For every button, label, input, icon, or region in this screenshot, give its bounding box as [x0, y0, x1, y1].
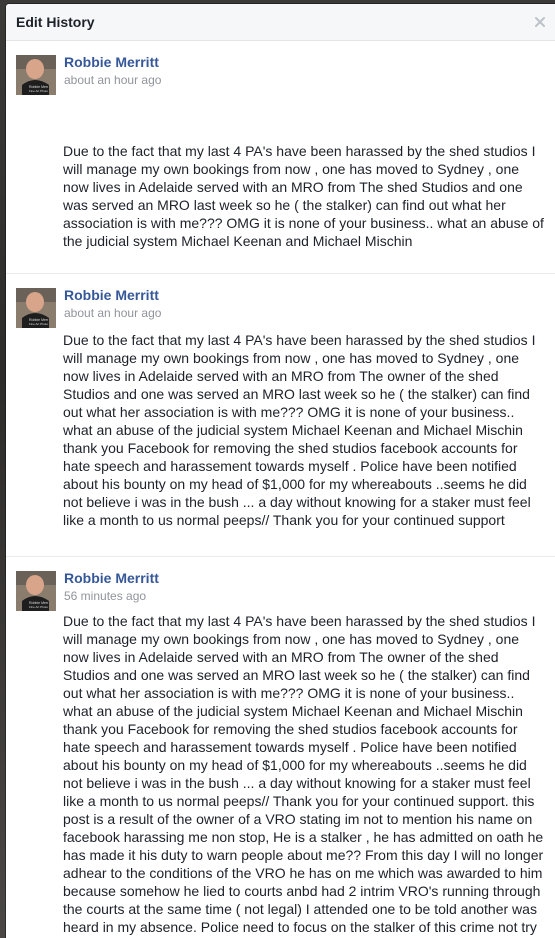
- timestamp[interactable]: about an hour ago: [64, 306, 161, 320]
- timestamp[interactable]: about an hour ago: [64, 73, 161, 87]
- post-text: Due to the fact that my last 4 PA's have…: [63, 332, 536, 528]
- author-name[interactable]: Robbie Merritt: [64, 54, 159, 70]
- svg-text:Fine Art Photo: Fine Art Photo: [29, 605, 48, 609]
- timestamp[interactable]: 56 minutes ago: [64, 589, 146, 603]
- author-name[interactable]: Robbie Merritt: [64, 570, 159, 586]
- edit-history-entry: Robbie Merr Fine Art Photo Robbie Merrit…: [6, 274, 555, 557]
- close-icon[interactable]: [533, 15, 547, 29]
- avatar[interactable]: Robbie Merr Fine Art Photo: [16, 55, 56, 95]
- avatar[interactable]: Robbie Merr Fine Art Photo: [16, 288, 56, 328]
- author-name[interactable]: Robbie Merritt: [64, 287, 159, 303]
- edit-history-entry: Robbie Merr Fine Art Photo Robbie Merrit…: [6, 41, 555, 274]
- dialog-header: Edit History: [6, 4, 555, 41]
- post-text: Due to the fact that my last 4 PA's have…: [63, 143, 544, 249]
- dialog-title: Edit History: [16, 14, 95, 30]
- edit-history-entry: Robbie Merr Fine Art Photo Robbie Merrit…: [6, 557, 555, 938]
- svg-text:Fine Art Photo: Fine Art Photo: [29, 89, 48, 93]
- post-text: Due to the fact that my last 4 PA's have…: [63, 613, 544, 938]
- avatar[interactable]: Robbie Merr Fine Art Photo: [16, 571, 56, 611]
- edit-history-dialog: Edit History Robbie Merr Fine Art Photo …: [6, 4, 555, 938]
- svg-text:Fine Art Photo: Fine Art Photo: [29, 322, 48, 326]
